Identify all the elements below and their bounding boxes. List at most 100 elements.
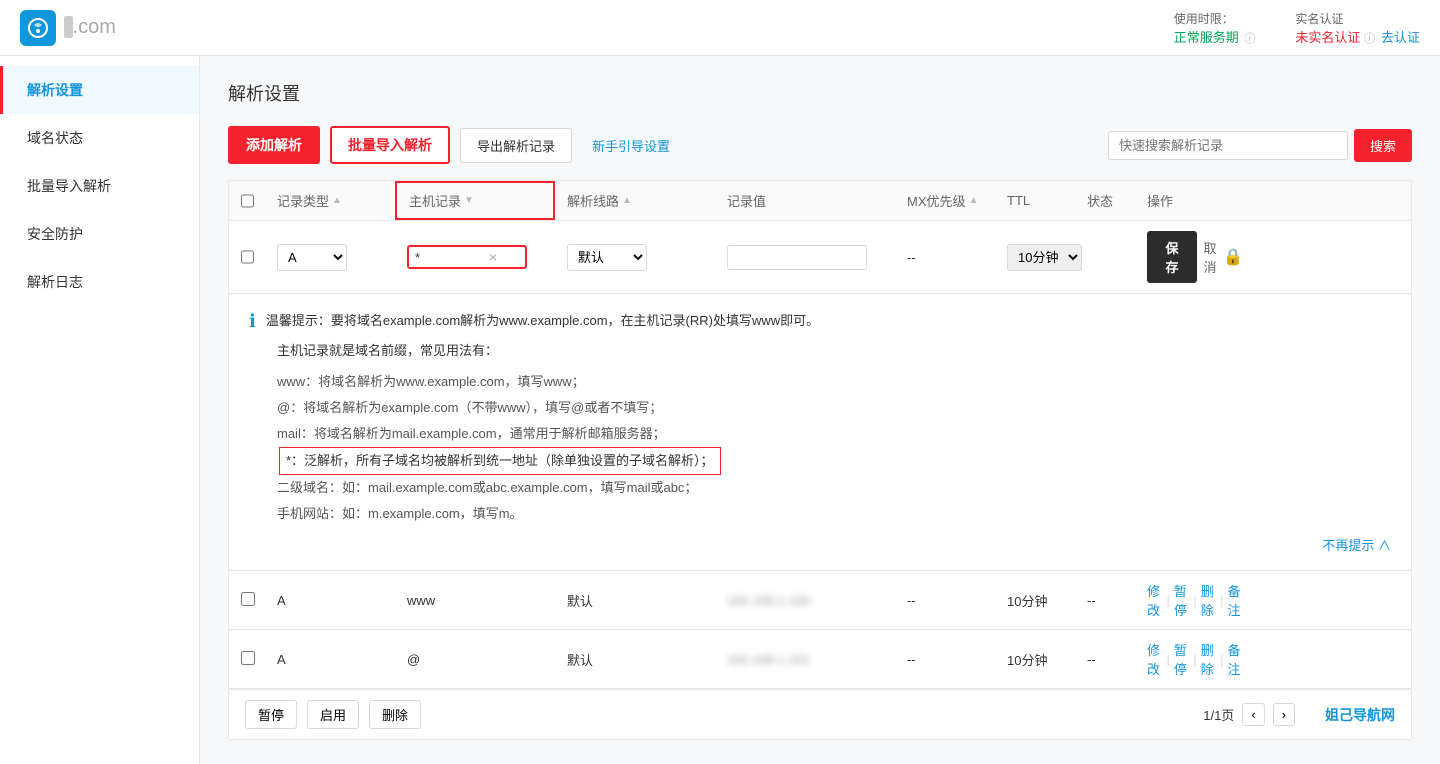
service-help-icon[interactable]: ⓘ	[1244, 33, 1255, 45]
edit-row: A CNAME MX TXT AAAA NS ×	[229, 221, 1411, 294]
th-record-type: 记录类型 ▲	[265, 181, 395, 220]
no-more-tip[interactable]: 不再提示 ∧	[1322, 535, 1391, 554]
row1-checkbox	[229, 582, 265, 619]
row2-note-link[interactable]: 备注	[1228, 640, 1243, 678]
save-button[interactable]: 保存	[1147, 231, 1197, 283]
info-item-mail: mail：将域名解析为mail.example.com，通常用于解析邮箱服务器；	[277, 421, 1391, 447]
row1-host: www	[395, 583, 555, 618]
pagination-prev[interactable]: ‹	[1242, 703, 1264, 726]
toolbar: 添加解析 批量导入解析 导出解析记录 新手引导设置 搜索	[228, 126, 1412, 164]
th-ttl: TTL	[995, 181, 1075, 220]
sort-host-icon[interactable]: ▼	[464, 195, 474, 206]
logo-text: y.com	[64, 16, 116, 39]
sort-resolve-icon[interactable]: ▲	[622, 195, 632, 206]
row2-ttl: 10分钟	[995, 640, 1075, 679]
type-select[interactable]: A CNAME MX TXT AAAA NS	[277, 244, 347, 271]
edit-type-cell: A CNAME MX TXT AAAA NS	[265, 240, 395, 275]
info-box: ℹ 温馨提示：要将域名example.com解析为www.example.com…	[229, 294, 1411, 571]
host-record-input[interactable]	[415, 250, 485, 265]
row1-modify-link[interactable]: 修改	[1147, 581, 1162, 619]
pagination: 1/1页 ‹ ›	[1203, 703, 1295, 726]
info-item-wildcard: *：泛解析，所有子域名均被解析到统一地址（除单独设置的子域名解析）；	[277, 447, 1391, 475]
th-record-value: 记录值	[715, 181, 895, 220]
footer-row: 暂停 启用 删除 1/1页 ‹ › 姐己导航网	[229, 689, 1411, 739]
th-action: 操作	[1135, 181, 1255, 220]
row1-ttl: 10分钟	[995, 581, 1075, 620]
edit-status-cell	[1075, 253, 1135, 261]
search-input[interactable]	[1108, 131, 1348, 160]
table-header: 记录类型 ▲ 主机记录 ▼ 解析线路 ▲ 记录值 MX优先级 ▲	[229, 181, 1411, 221]
sidebar-item-domain-status[interactable]: 域名状态	[0, 114, 199, 162]
row2-modify-link[interactable]: 修改	[1147, 640, 1162, 678]
row1-actions: 修改 | 暂停 | 删除 | 备注	[1135, 571, 1255, 629]
batch-import-button[interactable]: 批量导入解析	[330, 126, 450, 164]
row2-delete-link[interactable]: 删除	[1201, 640, 1216, 678]
row2-pause-link[interactable]: 暂停	[1174, 640, 1189, 678]
host-clear-icon[interactable]: ×	[489, 249, 497, 265]
footer-stop-button[interactable]: 暂停	[245, 700, 297, 729]
page-title: 解析设置	[228, 80, 1412, 106]
footer-delete-button[interactable]: 删除	[369, 700, 421, 729]
row1-note-link[interactable]: 备注	[1228, 581, 1243, 619]
host-input-wrap: ×	[407, 245, 527, 269]
search-area: 搜索	[1108, 129, 1412, 162]
auth-value: 未实名认证 ⓘ	[1295, 27, 1375, 46]
logo: y.com	[20, 10, 116, 46]
row2-type: A	[265, 642, 395, 677]
row2-checkbox-input[interactable]	[241, 651, 255, 665]
add-parse-button[interactable]: 添加解析	[228, 126, 320, 164]
mx-value: --	[907, 250, 916, 265]
logo-icon	[20, 10, 56, 46]
pagination-next[interactable]: ›	[1273, 703, 1295, 726]
pagination-info: 1/1页	[1203, 705, 1234, 724]
header: y.com 使用时限： 正常服务期 ⓘ 实名认证 未实名认证 ⓘ 去认证	[0, 0, 1440, 56]
header-right: 使用时限： 正常服务期 ⓘ 实名认证 未实名认证 ⓘ 去认证	[1174, 10, 1420, 46]
edit-checkbox-cell	[229, 246, 265, 268]
resolve-select[interactable]: 默认 联通 电信 移动	[567, 244, 647, 271]
sort-mx-icon[interactable]: ▲	[969, 195, 979, 206]
record-value-input[interactable]	[727, 245, 867, 270]
th-mx-priority: MX优先级 ▲	[895, 181, 995, 220]
row1-status: --	[1075, 583, 1135, 618]
info-item-at: @：将域名解析为example.com（不带www），填写@或者不填写；	[277, 395, 1391, 421]
sidebar-item-parse-log[interactable]: 解析日志	[0, 258, 199, 306]
guide-button[interactable]: 新手引导设置	[582, 129, 680, 162]
info-item-subdomain: 二级域名：如：mail.example.com或abc.example.com，…	[277, 475, 1391, 501]
row2-host: @	[395, 642, 555, 677]
row1-delete-link[interactable]: 删除	[1201, 581, 1216, 619]
sidebar-item-parse-settings[interactable]: 解析设置	[0, 66, 199, 114]
row2-status: --	[1075, 642, 1135, 677]
row2-record: 192.168.1.101	[715, 642, 895, 677]
sidebar-item-security[interactable]: 安全防护	[0, 210, 199, 258]
row1-checkbox-input[interactable]	[241, 592, 255, 606]
select-all-checkbox[interactable]	[241, 194, 254, 208]
edit-row-checkbox[interactable]	[241, 250, 254, 264]
cancel-button[interactable]: 取消	[1201, 238, 1219, 276]
info-box-header: ℹ 温馨提示：要将域名example.com解析为www.example.com…	[249, 310, 1391, 332]
th-host-record: 主机记录 ▼	[395, 181, 555, 220]
auth-link[interactable]: 去认证	[1381, 27, 1420, 46]
row2-mx: --	[895, 642, 995, 677]
wildcard-highlight: *：泛解析，所有子域名均被解析到统一地址（除单独设置的子域名解析）；	[279, 447, 721, 475]
row1-pause-link[interactable]: 暂停	[1174, 581, 1189, 619]
auth-row: 未实名认证 ⓘ 去认证	[1295, 27, 1420, 46]
table-row: A www 默认 192.168.1.100 -- 10分钟 -- 修改 | 暂…	[229, 571, 1411, 630]
sort-record-type-icon[interactable]: ▲	[332, 195, 342, 206]
row1-mx: --	[895, 583, 995, 618]
sidebar-item-batch-import[interactable]: 批量导入解析	[0, 162, 199, 210]
service-label: 使用时限：	[1174, 10, 1234, 27]
th-status: 状态	[1075, 181, 1135, 220]
row2-checkbox	[229, 641, 265, 678]
main-content: 解析设置 添加解析 批量导入解析 导出解析记录 新手引导设置 搜索 记录类型 ▲	[200, 56, 1440, 764]
footer-enable-button[interactable]: 启用	[307, 700, 359, 729]
auth-help-icon[interactable]: ⓘ	[1364, 33, 1375, 45]
service-status: 使用时限： 正常服务期 ⓘ	[1174, 10, 1256, 46]
info-icon: ℹ	[249, 311, 256, 332]
info-tip-sub: 主机记录就是域名前缀，常见用法有：	[277, 340, 1391, 359]
row1-resolve: 默认	[555, 581, 715, 620]
export-button[interactable]: 导出解析记录	[460, 128, 572, 163]
service-value[interactable]: 正常服务期 ⓘ	[1174, 27, 1256, 46]
ttl-select[interactable]: 10分钟 30分钟 1小时 12小时 1天	[1007, 244, 1082, 271]
parse-table: 记录类型 ▲ 主机记录 ▼ 解析线路 ▲ 记录值 MX优先级 ▲	[228, 180, 1412, 740]
search-button[interactable]: 搜索	[1354, 129, 1412, 162]
